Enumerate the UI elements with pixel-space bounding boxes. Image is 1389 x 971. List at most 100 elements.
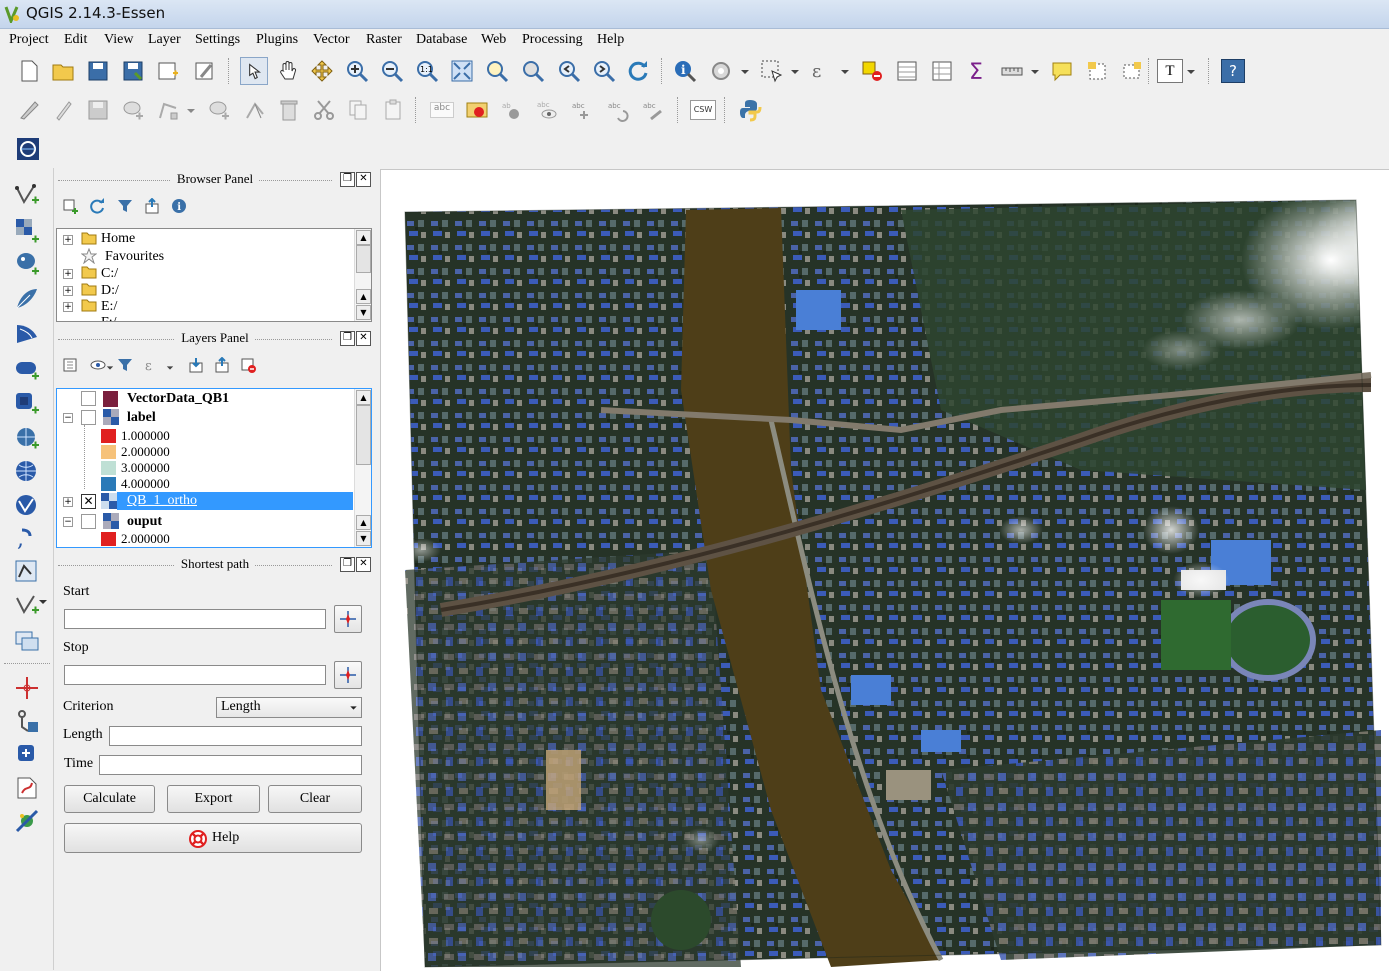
new-bookmark-icon[interactable]: [1085, 59, 1109, 83]
heatmap-plugin-icon[interactable]: [14, 775, 40, 801]
open-project-icon[interactable]: [51, 59, 75, 83]
csw-icon[interactable]: CSW: [690, 100, 716, 120]
layer-diagram-icon[interactable]: [465, 98, 489, 122]
pan-to-selection-icon[interactable]: [310, 59, 334, 83]
browser-item-c-drive[interactable]: C:/: [101, 266, 118, 282]
chevron-down-icon[interactable]: [790, 67, 800, 77]
menu-processing[interactable]: Processing: [522, 32, 583, 48]
menu-plugins[interactable]: Plugins: [256, 32, 298, 48]
move-feature-icon[interactable]: [207, 98, 231, 122]
run-feature-action-icon[interactable]: [709, 59, 733, 83]
browser-item-f-drive[interactable]: F:/: [101, 315, 117, 321]
satellite-plugin-icon[interactable]: [14, 808, 40, 834]
criterion-select[interactable]: Length: [216, 697, 362, 718]
zoom-out-icon[interactable]: [380, 59, 404, 83]
properties-info-icon[interactable]: i: [171, 198, 187, 214]
globe-plugin-icon[interactable]: [16, 137, 40, 161]
browser-scrollbar[interactable]: ▲ ▲ ▼: [354, 229, 371, 321]
chevron-down-icon[interactable]: [1030, 67, 1040, 77]
scroll-down-icon[interactable]: ▼: [356, 531, 371, 546]
browser-item-favourites[interactable]: Favourites: [105, 249, 164, 265]
refresh-icon[interactable]: [89, 198, 105, 214]
move-label-icon[interactable]: abc: [570, 98, 594, 122]
clear-button[interactable]: Clear: [268, 785, 362, 813]
start-point-input[interactable]: [64, 609, 326, 629]
menu-help[interactable]: Help: [597, 32, 624, 48]
length-output-field[interactable]: [109, 726, 362, 746]
expander[interactable]: +: [63, 235, 73, 245]
pick-start-button[interactable]: [334, 605, 362, 633]
expand-all-icon[interactable]: [188, 357, 204, 373]
layer-label[interactable]: label: [127, 410, 156, 426]
scroll-up-icon[interactable]: ▲: [356, 289, 371, 304]
browser-item-home[interactable]: Home: [101, 231, 135, 247]
statistical-summary-icon[interactable]: Σ: [965, 59, 989, 83]
filter-legend-icon[interactable]: [117, 357, 133, 373]
add-spatialite-layer-icon[interactable]: [14, 286, 40, 312]
chevron-down-icon[interactable]: [1186, 67, 1196, 77]
show-hide-labels-icon[interactable]: abc: [535, 98, 559, 122]
zoom-native-resolution-icon[interactable]: 1:1: [415, 59, 439, 83]
node-tool-icon[interactable]: [156, 98, 180, 122]
deselect-features-icon[interactable]: [860, 59, 884, 83]
scroll-thumb[interactable]: [356, 245, 371, 273]
scroll-up-icon[interactable]: ▲: [356, 230, 371, 245]
scroll-down-icon[interactable]: ▼: [356, 305, 371, 320]
identify-features-icon[interactable]: i: [673, 59, 697, 83]
zoom-full-icon[interactable]: [450, 59, 474, 83]
float-panel-icon[interactable]: ❐: [340, 172, 355, 187]
expander[interactable]: +: [63, 302, 73, 312]
refresh-icon[interactable]: [626, 59, 650, 83]
new-project-icon[interactable]: [17, 59, 41, 83]
close-panel-icon[interactable]: ✕: [356, 172, 371, 187]
layer-visibility-checkbox[interactable]: [81, 514, 96, 529]
collapse-all-icon[interactable]: [214, 357, 230, 373]
manage-visibility-icon[interactable]: [90, 357, 106, 373]
browser-item-e-drive[interactable]: E:/: [101, 299, 117, 315]
add-raster-layer-icon[interactable]: [14, 217, 40, 243]
save-layer-edits-icon[interactable]: [86, 98, 110, 122]
copy-features-icon[interactable]: [346, 98, 370, 122]
layer-ouput[interactable]: ouput: [127, 514, 162, 530]
zoom-to-selection-icon[interactable]: [485, 59, 509, 83]
menu-vector[interactable]: Vector: [313, 32, 350, 48]
help-contents-icon[interactable]: ?: [1221, 59, 1245, 83]
rotate-label-icon[interactable]: abc: [606, 98, 630, 122]
browser-item-d-drive[interactable]: D:/: [101, 283, 119, 299]
chevron-down-icon[interactable]: [740, 67, 750, 77]
float-panel-icon[interactable]: ❐: [340, 331, 355, 346]
cut-features-icon[interactable]: [312, 98, 336, 122]
scroll-up-icon[interactable]: ▲: [356, 390, 371, 405]
stop-point-input[interactable]: [64, 665, 326, 685]
shortest-path-crosshair-icon[interactable]: [14, 675, 40, 701]
expander[interactable]: +: [63, 269, 73, 279]
menu-edit[interactable]: Edit: [64, 32, 87, 48]
text-annotation-icon[interactable]: T: [1157, 59, 1183, 83]
add-mssql-layer-icon[interactable]: [14, 321, 40, 347]
layer-visibility-checkbox-checked[interactable]: ✕: [81, 494, 96, 509]
menu-database[interactable]: Database: [416, 32, 467, 48]
python-console-icon[interactable]: [738, 98, 762, 122]
attribute-table-icon[interactable]: [895, 59, 919, 83]
map-tips-icon[interactable]: [1050, 59, 1074, 83]
close-panel-icon[interactable]: ✕: [356, 557, 371, 572]
scroll-up-icon[interactable]: ▲: [356, 515, 371, 530]
new-print-composer-icon[interactable]: [156, 59, 180, 83]
layers-scrollbar[interactable]: ▲ ▲ ▼: [354, 389, 371, 547]
menu-web[interactable]: Web: [481, 32, 506, 48]
new-shapefile-layer-icon[interactable]: [14, 559, 40, 585]
scroll-thumb[interactable]: [356, 405, 371, 465]
add-postgis-layer-icon[interactable]: [14, 251, 40, 277]
touch-zoom-pan-icon[interactable]: [240, 57, 268, 85]
show-bookmarks-icon[interactable]: [1120, 59, 1144, 83]
paste-features-icon[interactable]: [381, 98, 405, 122]
chevron-down-icon[interactable]: [38, 597, 48, 607]
expander[interactable]: +: [63, 497, 73, 507]
expander[interactable]: +: [63, 286, 73, 296]
zoom-in-icon[interactable]: [345, 59, 369, 83]
float-panel-icon[interactable]: ❐: [340, 557, 355, 572]
layer-visibility-checkbox[interactable]: [81, 410, 96, 425]
chevron-down-icon[interactable]: [186, 106, 196, 116]
chevron-down-icon[interactable]: [106, 364, 114, 372]
new-vector-layer-icon[interactable]: [14, 592, 40, 618]
